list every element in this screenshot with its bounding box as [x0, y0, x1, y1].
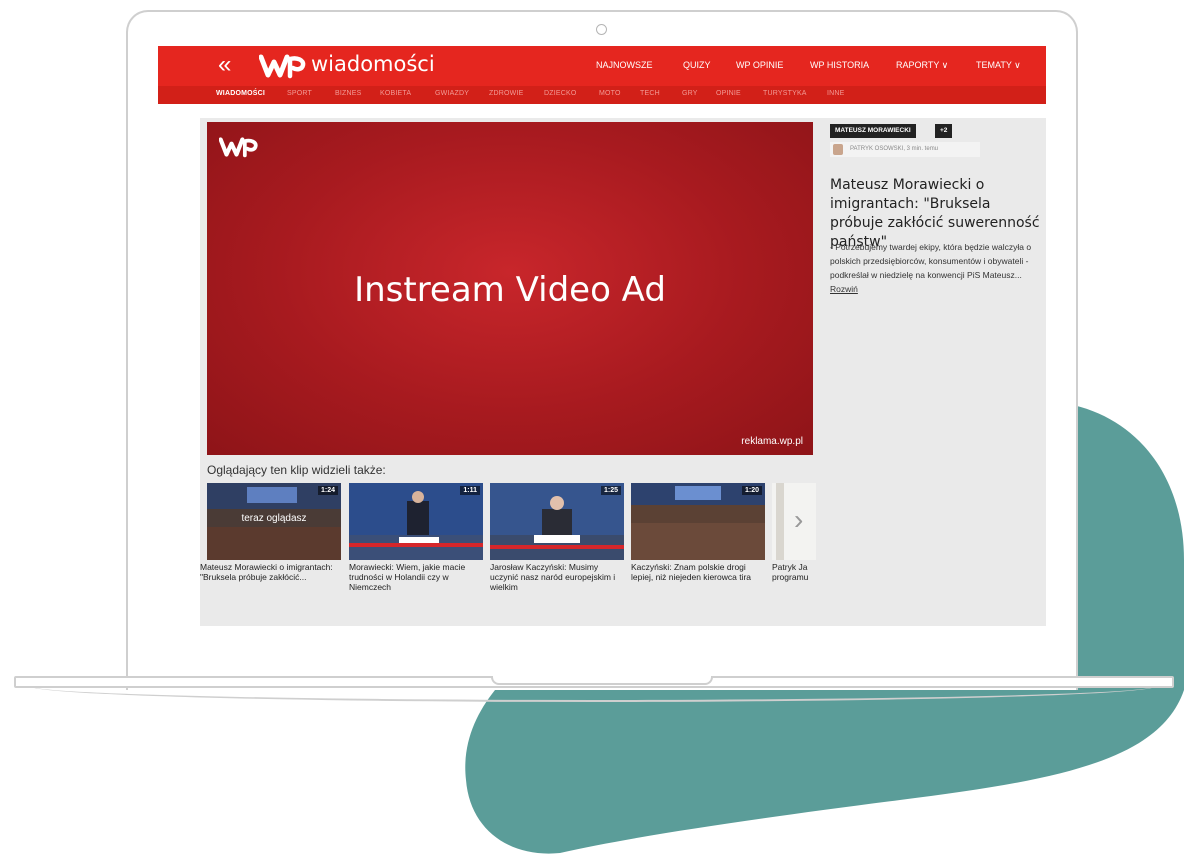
video-duration: 1:24	[317, 486, 338, 495]
related-video-caption[interactable]: Mateusz Morawiecki o imigrantach: "Bruks…	[200, 562, 334, 582]
chevron-right-icon[interactable]: ›	[794, 504, 803, 536]
nav-najnowsze[interactable]: NAJNOWSZE	[596, 60, 653, 70]
nav-raporty[interactable]: RAPORTY ∨	[896, 60, 948, 71]
subnav-turystyka[interactable]: TURYSTYKA	[763, 90, 807, 97]
article-lead: - Potrzebujemy twardej ekipy, która będz…	[830, 240, 1042, 296]
avatar	[833, 144, 843, 155]
related-video-thumbnail[interactable]: 1:20	[631, 483, 765, 560]
related-video-caption[interactable]: Jarosław Kaczyński: Musimy uczynić nasz …	[490, 562, 624, 592]
subnav-gwiazdy[interactable]: GWIAZDY	[435, 90, 469, 97]
nav-quizy[interactable]: QUIZY	[683, 60, 711, 70]
related-video-caption[interactable]: Patryk Ja programu	[772, 562, 816, 582]
video-player[interactable]: Instream Video Ad reklama.wp.pl	[207, 122, 813, 455]
article-lead-text: - Potrzebujemy twardej ekipy, która będz…	[830, 242, 1032, 280]
wp-logo-icon	[219, 137, 258, 158]
author-byline[interactable]: PATRYK OSOWSKI, 3 min. temu	[850, 146, 938, 152]
related-video-thumbnail[interactable]: 1:25	[490, 483, 624, 560]
site-title[interactable]: wiadomości	[311, 52, 435, 76]
related-video-thumbnail[interactable]: teraz oglądasz 1:24	[207, 483, 341, 560]
now-playing-label: teraz oglądasz	[241, 513, 307, 524]
website-viewport: « wiadomości NAJNOWSZE QUIZY WP OPINIE W…	[158, 46, 1046, 626]
author-info: PATRYK OSOWSKI, 3 min. temu	[830, 142, 980, 157]
video-duration: 1:20	[741, 486, 762, 495]
subnav-tech[interactable]: TECH	[640, 90, 660, 97]
subnav-gry[interactable]: GRY	[682, 90, 698, 97]
related-video-thumbnail[interactable]: 1:11	[349, 483, 483, 560]
subnav-wiadomosci[interactable]: WIADOMOŚCI	[216, 90, 265, 97]
related-video-caption[interactable]: Morawiecki: Wiem, jakie macie trudności …	[349, 562, 483, 592]
subnav-sport[interactable]: SPORT	[287, 90, 312, 97]
nav-tematy[interactable]: TEMATY ∨	[976, 60, 1021, 71]
camera-icon	[596, 24, 607, 35]
subnav-dziecko[interactable]: DZIECKO	[544, 90, 577, 97]
subnav-moto[interactable]: MOTO	[599, 90, 621, 97]
nav-wp-opinie[interactable]: WP OPINIE	[736, 60, 783, 70]
subnav-kobieta[interactable]: KOBIETA	[380, 90, 411, 97]
topic-tag[interactable]: MATEUSZ MORAWIECKI	[830, 124, 916, 138]
laptop-notch	[491, 676, 713, 685]
category-navigation: WIADOMOŚCI SPORT BIZNES KOBIETA GWIAZDY …	[158, 86, 1046, 104]
video-duration: 1:11	[460, 486, 480, 495]
subnav-biznes[interactable]: BIZNES	[335, 90, 361, 97]
nav-wp-historia[interactable]: WP HISTORIA	[810, 60, 869, 70]
topic-more-badge[interactable]: +2	[935, 124, 953, 138]
video-ad-domain[interactable]: reklama.wp.pl	[741, 436, 803, 447]
related-video-caption[interactable]: Kaczyński: Znam polskie drogi lepiej, ni…	[631, 562, 765, 582]
subnav-opinie[interactable]: OPINIE	[716, 90, 741, 97]
video-duration: 1:25	[600, 486, 621, 495]
subnav-zdrowie[interactable]: ZDROWIE	[489, 90, 523, 97]
video-ad-title: Instream Video Ad	[354, 270, 666, 310]
related-videos-heading: Oglądający ten klip widzieli także:	[207, 463, 386, 477]
double-chevron-left-icon[interactable]: «	[218, 52, 231, 78]
subnav-inne[interactable]: INNE	[827, 90, 845, 97]
top-navigation-bar: « wiadomości NAJNOWSZE QUIZY WP OPINIE W…	[158, 46, 1046, 86]
wp-logo-icon[interactable]	[259, 53, 307, 79]
read-more-link[interactable]: Rozwiń	[830, 284, 858, 294]
